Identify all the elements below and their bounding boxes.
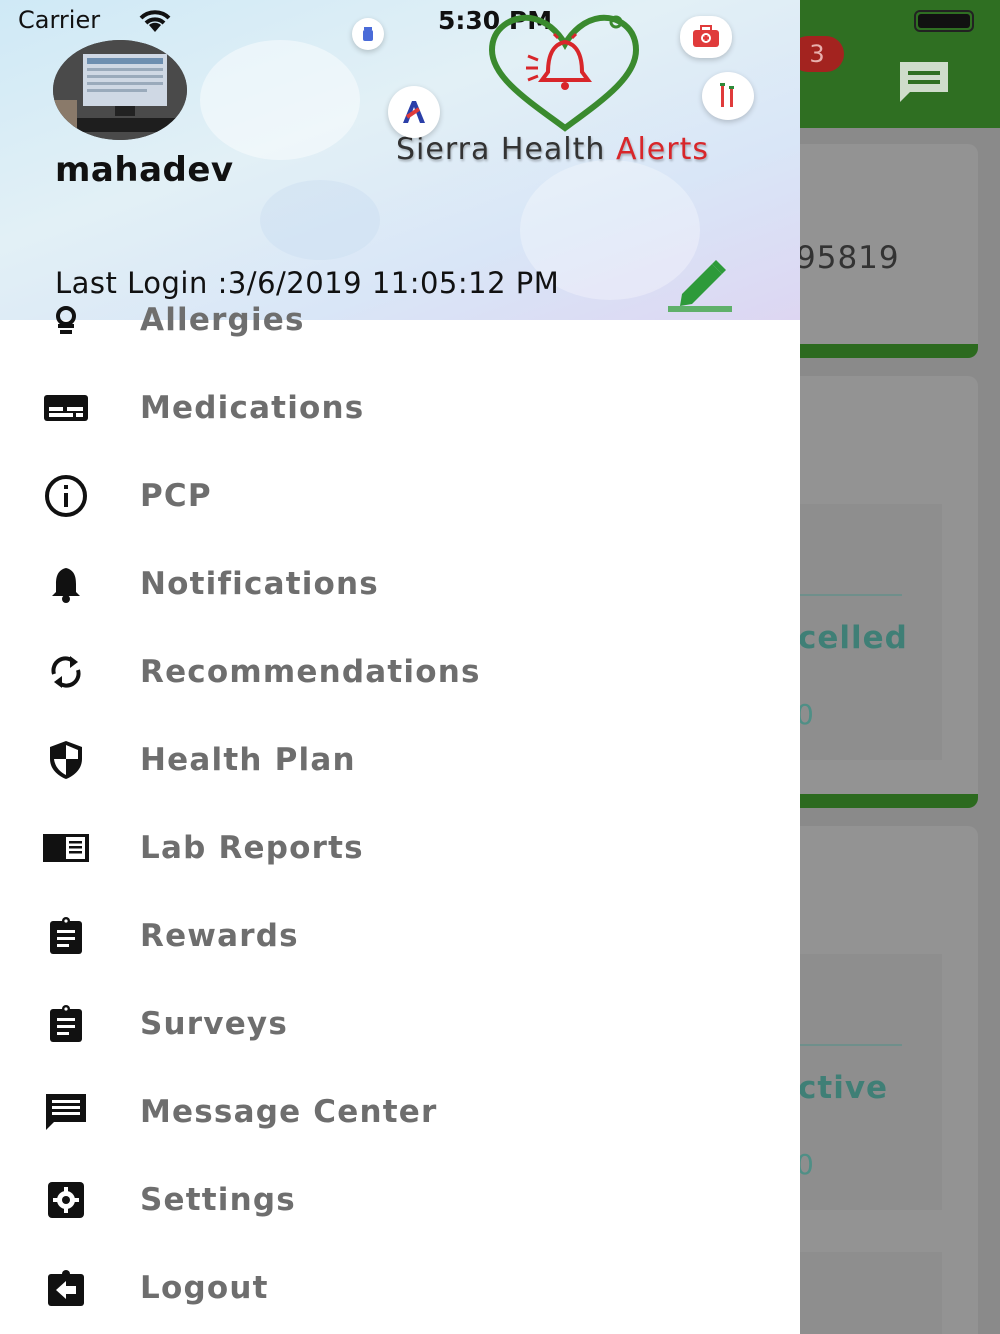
menu-item-pcp[interactable]: PCP — [0, 452, 800, 540]
menu-item-label: Settings — [140, 1182, 296, 1218]
menu-item-notifications[interactable]: Notifications — [0, 540, 800, 628]
menu-item-label: Surveys — [140, 1006, 288, 1042]
menu-item-health-plan[interactable]: Health Plan — [0, 716, 800, 804]
bell-icon — [40, 558, 92, 610]
menu-item-label: Health Plan — [140, 742, 356, 778]
logout-icon — [40, 1262, 92, 1314]
menu-item-recommendations[interactable]: Recommendations — [0, 628, 800, 716]
sync-icon — [40, 646, 92, 698]
shield-icon — [40, 734, 92, 786]
navigation-drawer: Carrier 5:30 PM mahadev Sierra Health Al… — [0, 0, 800, 1334]
brand-name: Sierra Health Alerts — [396, 132, 709, 167]
settings-icon — [40, 1174, 92, 1226]
menu-item-lab-reports[interactable]: Lab Reports — [0, 804, 800, 892]
message-icon — [40, 1086, 92, 1138]
menu-item-rewards[interactable]: Rewards — [0, 892, 800, 980]
menu-item-label: PCP — [140, 478, 212, 514]
clipboard-icon — [40, 910, 92, 962]
menu-item-label: Logout — [140, 1270, 269, 1306]
menu-item-message-center[interactable]: Message Center — [0, 1068, 800, 1156]
background-status-text: celled — [798, 620, 908, 656]
allergy-icon — [40, 294, 92, 346]
medicine-bottle-icon — [352, 18, 384, 50]
menu-item-label: Lab Reports — [140, 830, 364, 866]
menu-item-label: Rewards — [140, 918, 299, 954]
brand-name-part1: Sierra Health — [396, 132, 606, 167]
avatar[interactable] — [53, 40, 187, 140]
divider — [800, 594, 902, 596]
background-status-text: ctive — [798, 1070, 889, 1106]
menu-item-label: Message Center — [140, 1094, 438, 1130]
chat-icon[interactable] — [896, 58, 952, 106]
clipboard-icon — [40, 998, 92, 1050]
menu-item-label: Allergies — [140, 302, 305, 338]
battery-icon — [914, 10, 974, 32]
menu-item-label: Medications — [140, 390, 365, 426]
divider — [800, 1044, 902, 1046]
menu-item-label: Recommendations — [140, 654, 481, 690]
carrier-label: Carrier — [18, 6, 101, 34]
heart-bell-logo — [470, 10, 660, 140]
menu-item-surveys[interactable]: Surveys — [0, 980, 800, 1068]
drawer-menu: Allergies Medications PCP Notifications — [0, 302, 800, 1334]
menu-item-logout[interactable]: Logout — [0, 1244, 800, 1332]
menu-item-medications[interactable]: Medications — [0, 364, 800, 452]
user-name: mahadev — [55, 150, 234, 190]
first-aid-kit-icon — [680, 16, 732, 58]
app-logo-icon — [388, 86, 440, 138]
brand-name-part2: Alerts — [615, 132, 709, 167]
report-icon — [40, 822, 92, 874]
background-id-text: 95819 — [796, 240, 900, 276]
medications-icon — [40, 382, 92, 434]
drawer-header: Carrier 5:30 PM mahadev Sierra Health Al… — [0, 0, 800, 320]
menu-item-allergies[interactable]: Allergies — [0, 276, 800, 364]
syringe-icon — [702, 72, 754, 120]
wifi-icon — [139, 10, 171, 32]
info-icon — [40, 470, 92, 522]
menu-item-settings[interactable]: Settings — [0, 1156, 800, 1244]
menu-item-label: Notifications — [140, 566, 379, 602]
